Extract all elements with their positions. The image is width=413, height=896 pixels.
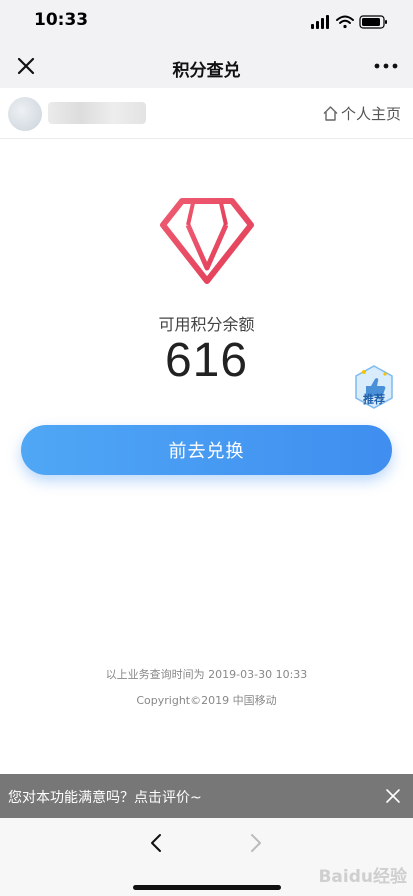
- home-link-label: 个人主页: [340, 105, 401, 123]
- feedback-link[interactable]: 您对本功能满意吗？点击评价~: [8, 787, 202, 807]
- more-icon[interactable]: [373, 56, 399, 76]
- blurred-username: [48, 102, 146, 124]
- baidu-watermark: Baidu经验: [297, 858, 407, 892]
- watermark-text: Baidu经验: [318, 867, 407, 887]
- page-title: 积分查兑: [172, 61, 241, 81]
- status-bar: 10:33: [0, 0, 413, 44]
- forward-icon[interactable]: [246, 832, 266, 854]
- home-indicator: [133, 885, 281, 890]
- query-time: 以上业务查询时间为 2019-03-30 10:33: [105, 668, 308, 681]
- diamond-icon: [160, 198, 254, 284]
- home-icon: [323, 106, 338, 121]
- home-link[interactable]: 个人主页: [322, 103, 401, 124]
- nav-bar: 积分查兑: [0, 44, 413, 88]
- status-time: 10:33: [34, 10, 89, 30]
- copyright: Copyright©2019 中国移动: [136, 694, 277, 707]
- avatar[interactable]: [8, 97, 42, 131]
- exchange-button[interactable]: 前去兑换: [21, 425, 392, 475]
- bottom-toolbar: Baidu经验: [0, 818, 413, 896]
- battery-icon: [359, 15, 387, 29]
- status-icons: [311, 15, 387, 29]
- recommend-label: 推荐: [363, 393, 385, 406]
- feedback-bar: 您对本功能满意吗？点击评价~: [0, 774, 413, 818]
- close-icon[interactable]: [385, 788, 401, 804]
- wifi-icon: [336, 15, 354, 29]
- back-icon[interactable]: [146, 832, 166, 854]
- profile-bar: 个人主页: [0, 88, 413, 139]
- signal-icon: [311, 15, 329, 29]
- recommend-badge[interactable]: 推荐: [352, 364, 396, 410]
- balance-label: 可用积分余额: [158, 315, 255, 334]
